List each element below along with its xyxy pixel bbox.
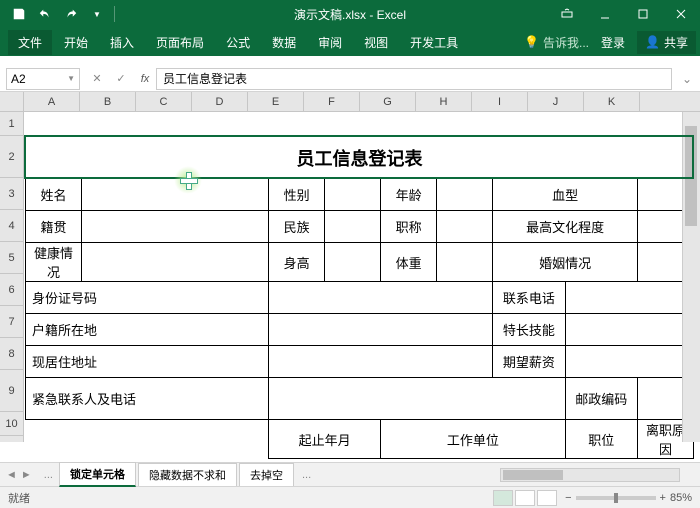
tab-insert[interactable]: 插入 [100, 30, 144, 55]
window-title: 演示文稿.xlsx - Excel [294, 6, 406, 23]
col-header[interactable]: B [80, 92, 136, 111]
zoom-slider[interactable] [576, 496, 656, 500]
row-header[interactable]: 7 [0, 306, 23, 338]
sheet-tab-active[interactable]: 锁定单元格 [59, 462, 136, 487]
row-header[interactable]: 8 [0, 338, 23, 370]
page-layout-view-icon[interactable] [515, 490, 535, 506]
vertical-scrollbar[interactable] [682, 112, 700, 442]
undo-icon[interactable] [34, 3, 56, 25]
minimize-icon[interactable] [586, 0, 624, 28]
chevron-down-icon[interactable]: ▼ [67, 74, 75, 83]
row-header[interactable]: 3 [0, 178, 23, 210]
tab-formula[interactable]: 公式 [216, 30, 260, 55]
zoom-level[interactable]: 85% [670, 492, 692, 504]
row-header[interactable]: 4 [0, 210, 23, 242]
fx-icon[interactable]: fx [134, 69, 156, 89]
view-buttons [493, 490, 557, 506]
tell-me-search[interactable]: 💡 告诉我... [524, 34, 589, 51]
share-button[interactable]: 👤 共享 [637, 31, 696, 54]
zoom-thumb[interactable] [614, 493, 618, 503]
horizontal-scrollbar[interactable] [500, 468, 680, 482]
form-table: 员工信息登记表 姓名 性别 年龄 血型 籍贯 民族 职称 最高文化程度 健康情况… [25, 136, 694, 459]
quick-access-toolbar: ▼ [0, 3, 117, 25]
tab-layout[interactable]: 页面布局 [146, 30, 214, 55]
col-header[interactable]: G [360, 92, 416, 111]
lightbulb-icon: 💡 [524, 35, 539, 49]
share-icon: 👤 [645, 35, 660, 49]
sheet-tabs-bar: ◄ ► ... 锁定单元格 隐藏数据不求和 去掉空 ... [0, 462, 700, 486]
row-header[interactable]: 10 [0, 412, 23, 436]
page-break-view-icon[interactable] [537, 490, 557, 506]
enter-formula-icon[interactable]: ✓ [110, 69, 132, 89]
tab-developer[interactable]: 开发工具 [400, 30, 468, 55]
col-header[interactable]: F [304, 92, 360, 111]
sheet-nav-next-icon[interactable]: ► [21, 469, 32, 481]
form-title[interactable]: 员工信息登记表 [26, 137, 694, 179]
ribbon-tabs: 文件 开始 插入 页面布局 公式 数据 审阅 视图 开发工具 💡 告诉我... … [0, 28, 700, 56]
tab-file[interactable]: 文件 [8, 30, 52, 55]
sheet-tab[interactable]: 去掉空 [239, 463, 294, 486]
scroll-thumb[interactable] [685, 126, 697, 226]
row-header[interactable]: 5 [0, 242, 23, 274]
cell-area[interactable]: 员工信息登记表 姓名 性别 年龄 血型 籍贯 民族 职称 最高文化程度 健康情况… [24, 112, 700, 442]
col-header[interactable]: C [136, 92, 192, 111]
status-ready: 就绪 [8, 490, 30, 506]
zoom-control: − + 85% [565, 492, 692, 504]
col-header[interactable]: H [416, 92, 472, 111]
qat-dropdown-icon[interactable]: ▼ [86, 3, 108, 25]
col-header[interactable]: I [472, 92, 528, 111]
col-header[interactable]: D [192, 92, 248, 111]
login-link[interactable]: 登录 [595, 30, 631, 55]
row-header[interactable]: 1 [0, 112, 23, 136]
ribbon-options-icon[interactable] [548, 0, 586, 28]
col-header[interactable]: K [584, 92, 640, 111]
status-bar: 就绪 − + 85% [0, 486, 700, 508]
cell-cursor-icon [178, 170, 198, 190]
formula-bar-row: A2 ▼ ✕ ✓ fx 员工信息登记表 ⌄ [0, 66, 700, 92]
cancel-formula-icon[interactable]: ✕ [86, 69, 108, 89]
expand-formula-icon[interactable]: ⌄ [678, 72, 696, 86]
zoom-out-icon[interactable]: − [565, 492, 571, 504]
redo-icon[interactable] [60, 3, 82, 25]
sheet-tab[interactable]: 隐藏数据不求和 [138, 463, 237, 486]
window-controls [548, 0, 700, 28]
sheet-nav-prev-icon[interactable]: ◄ [6, 469, 17, 481]
scroll-thumb[interactable] [503, 470, 563, 480]
select-all-corner[interactable] [0, 92, 24, 111]
name-box[interactable]: A2 ▼ [6, 68, 80, 90]
column-headers: A B C D E F G H I J K [0, 92, 700, 112]
tab-view[interactable]: 视图 [354, 30, 398, 55]
titlebar: ▼ 演示文稿.xlsx - Excel [0, 0, 700, 28]
close-icon[interactable] [662, 0, 700, 28]
tab-home[interactable]: 开始 [54, 30, 98, 55]
zoom-in-icon[interactable]: + [660, 492, 666, 504]
save-icon[interactable] [8, 3, 30, 25]
col-header[interactable]: J [528, 92, 584, 111]
spreadsheet-grid: A B C D E F G H I J K 1 2 3 4 5 6 7 8 9 … [0, 92, 700, 462]
row-header[interactable]: 9 [0, 370, 23, 412]
maximize-icon[interactable] [624, 0, 662, 28]
tab-review[interactable]: 审阅 [308, 30, 352, 55]
row-header[interactable]: 6 [0, 274, 23, 306]
tab-data[interactable]: 数据 [262, 30, 306, 55]
formula-bar[interactable]: 员工信息登记表 [156, 68, 672, 90]
col-header[interactable]: E [248, 92, 304, 111]
normal-view-icon[interactable] [493, 490, 513, 506]
row-header[interactable]: 2 [0, 136, 23, 178]
row-headers: 1 2 3 4 5 6 7 8 9 10 [0, 112, 24, 442]
col-header[interactable]: A [24, 92, 80, 111]
